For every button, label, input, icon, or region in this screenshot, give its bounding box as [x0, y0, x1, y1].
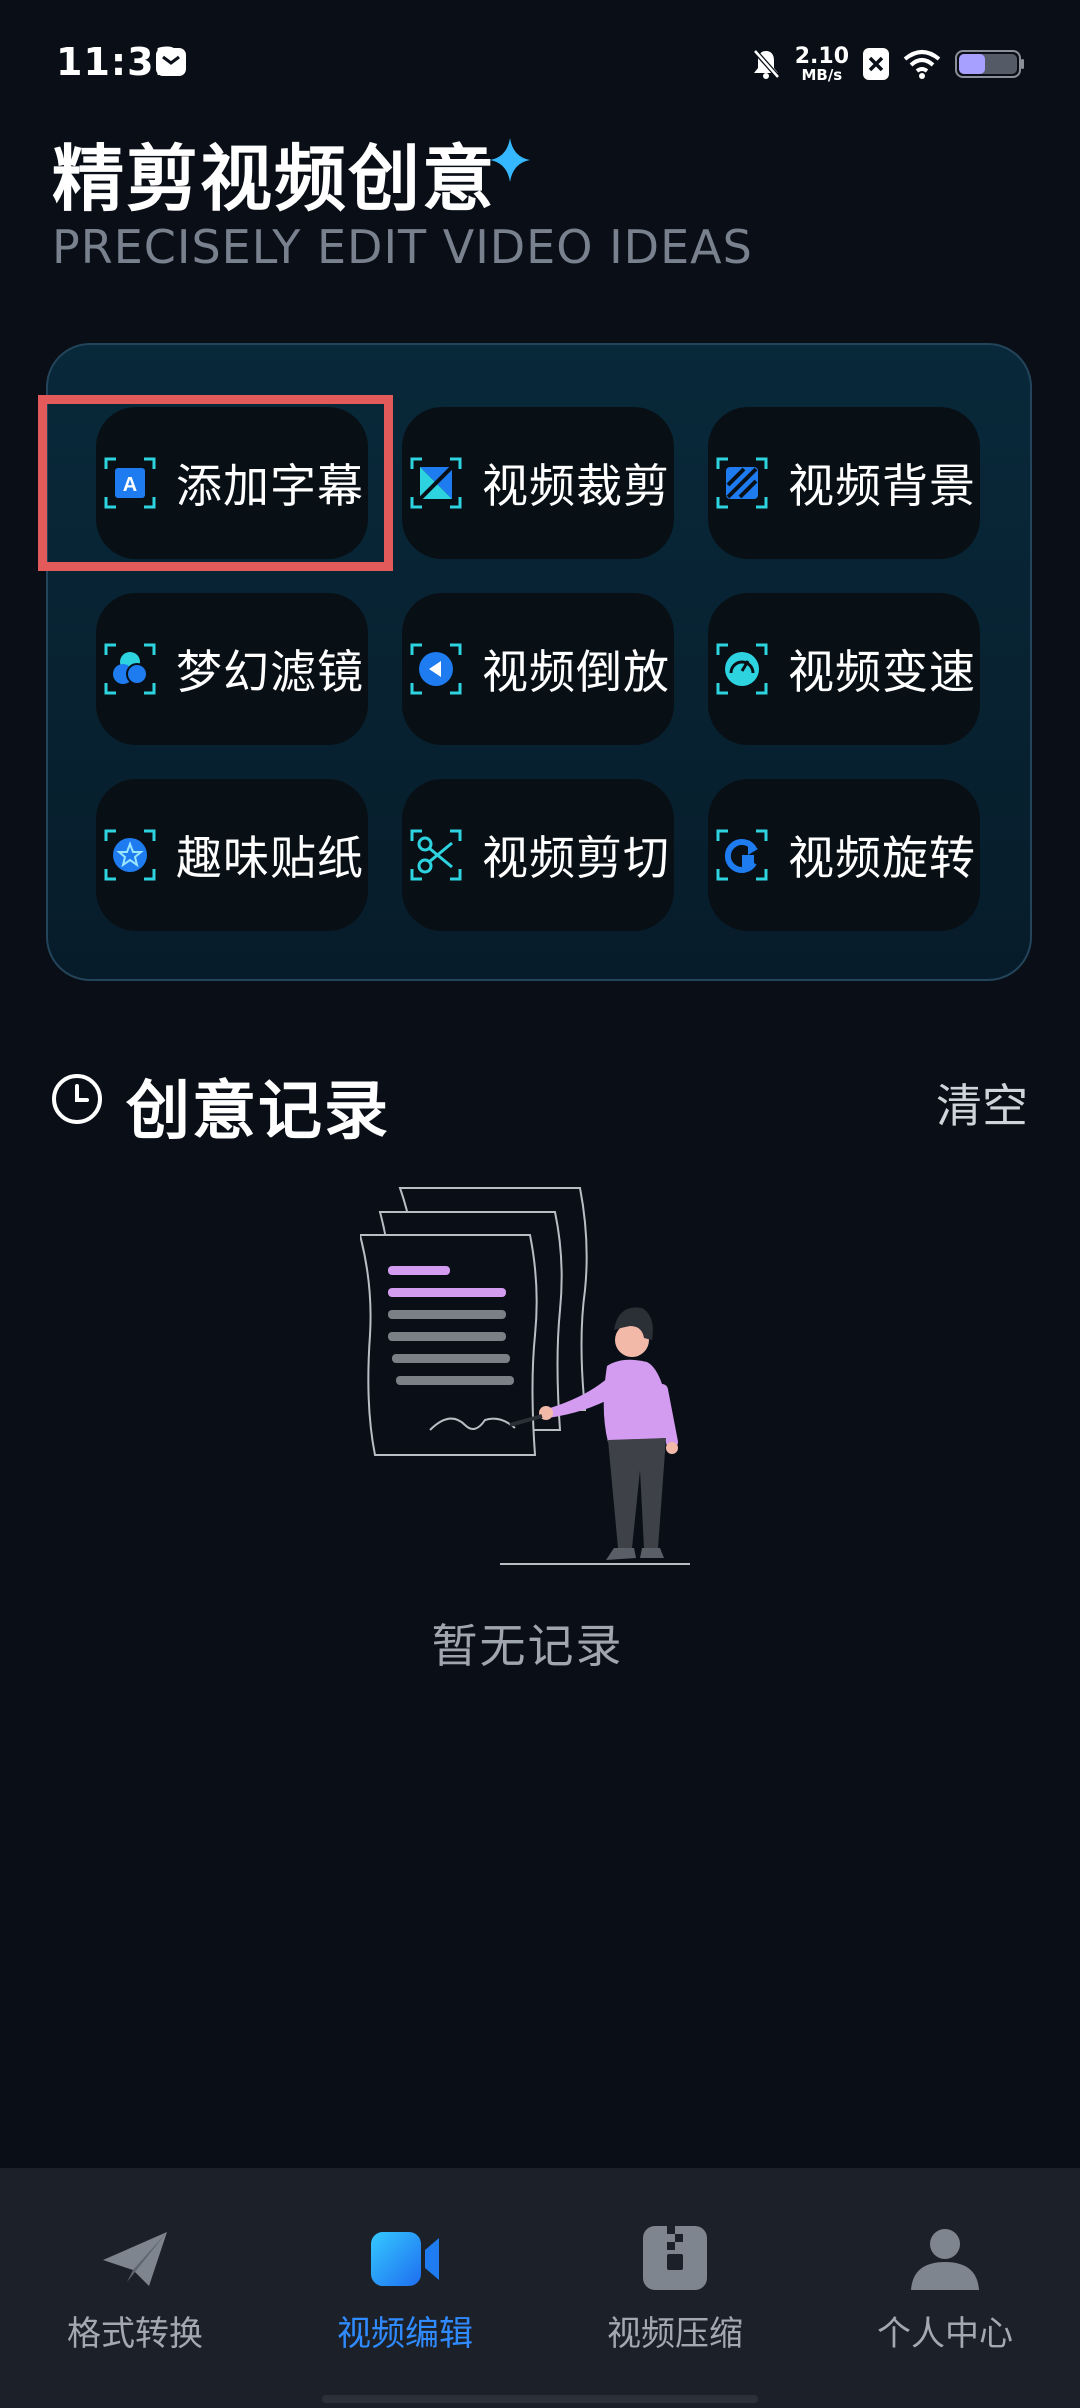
empty-illustration: [360, 1187, 690, 1565]
cut-button[interactable]: 视频剪切: [402, 779, 674, 931]
net-speed: 2.10 MB/s: [794, 43, 849, 84]
background-icon: [714, 455, 770, 511]
crop-button[interactable]: 视频裁剪: [402, 407, 674, 559]
reverse-button[interactable]: 视频倒放: [402, 593, 674, 745]
status-icons: 2.10 MB/s: [751, 44, 1025, 84]
paper-plane-icon: [103, 2232, 167, 2286]
crop-icon: [408, 455, 464, 511]
tool-label: 视频背景: [788, 459, 976, 513]
bottom-nav: 格式转换 视频编辑 视频压缩 个人中心: [0, 2168, 1080, 2408]
nav-label: 个人中心: [877, 2314, 1013, 2354]
nav-item-video-compress[interactable]: 视频压缩: [575, 2224, 775, 2364]
reverse-icon: [408, 641, 464, 697]
empty-state-text: 暂无记录: [431, 1619, 624, 1673]
tool-label: 视频裁剪: [482, 459, 670, 513]
records-title: 创意记录: [126, 1075, 390, 1149]
rotate-icon: [714, 827, 770, 883]
person-icon: [911, 2229, 979, 2290]
speed-button[interactable]: 视频变速: [708, 593, 980, 745]
nav-label: 视频压缩: [607, 2314, 743, 2354]
speed-icon: [714, 641, 770, 697]
filter-button[interactable]: 梦幻滤镜: [96, 593, 368, 745]
scissors-icon: [408, 827, 464, 883]
records-header: 创意记录 清空: [50, 1060, 1030, 1149]
nav-item-profile[interactable]: 个人中心: [845, 2224, 1045, 2364]
net-speed-value: 2.10: [794, 43, 849, 69]
nav-label: 视频编辑: [337, 2314, 473, 2354]
tool-label: 梦幻滤镜: [176, 645, 364, 699]
tool-label: 视频剪切: [482, 831, 670, 885]
nav-item-format-convert[interactable]: 格式转换: [35, 2224, 235, 2364]
nav-label: 格式转换: [67, 2314, 203, 2354]
background-button[interactable]: 视频背景: [708, 407, 980, 559]
status-bar: 11:32 2.10 MB/s: [0, 0, 1080, 130]
home-indicator: [322, 2395, 758, 2403]
bell-off-icon: [752, 49, 780, 79]
zip-icon: [643, 2226, 707, 2290]
sim-x-icon: [863, 48, 889, 80]
tool-label: 视频变速: [788, 645, 976, 699]
screen: 11:32 2.10 MB/s 精剪视频创意 PRECISELY EDIT VI…: [0, 0, 1080, 2408]
video-camera-icon: [371, 2232, 439, 2286]
battery-icon: [955, 50, 1024, 78]
sticker-icon: [102, 827, 158, 883]
clock-icon: [52, 1074, 102, 1124]
tool-label: 趣味贴纸: [176, 831, 364, 885]
page-title: 精剪视频创意: [52, 137, 497, 221]
sparkle-icon: [490, 138, 530, 182]
sticker-button[interactable]: 趣味贴纸: [96, 779, 368, 931]
rotate-button[interactable]: 视频旋转: [708, 779, 980, 931]
notification-icon: [156, 48, 186, 76]
selection-highlight: [38, 395, 393, 571]
filter-icon: [102, 641, 158, 697]
tool-label: 视频倒放: [482, 645, 670, 699]
clear-button[interactable]: 清空: [936, 1070, 1028, 1136]
page-subtitle: PRECISELY EDIT VIDEO IDEAS: [52, 220, 753, 274]
net-speed-unit: MB/s: [801, 65, 843, 84]
nav-item-video-edit[interactable]: 视频编辑: [305, 2224, 505, 2364]
wifi-icon: [903, 50, 941, 79]
tool-label: 视频旋转: [788, 831, 976, 885]
